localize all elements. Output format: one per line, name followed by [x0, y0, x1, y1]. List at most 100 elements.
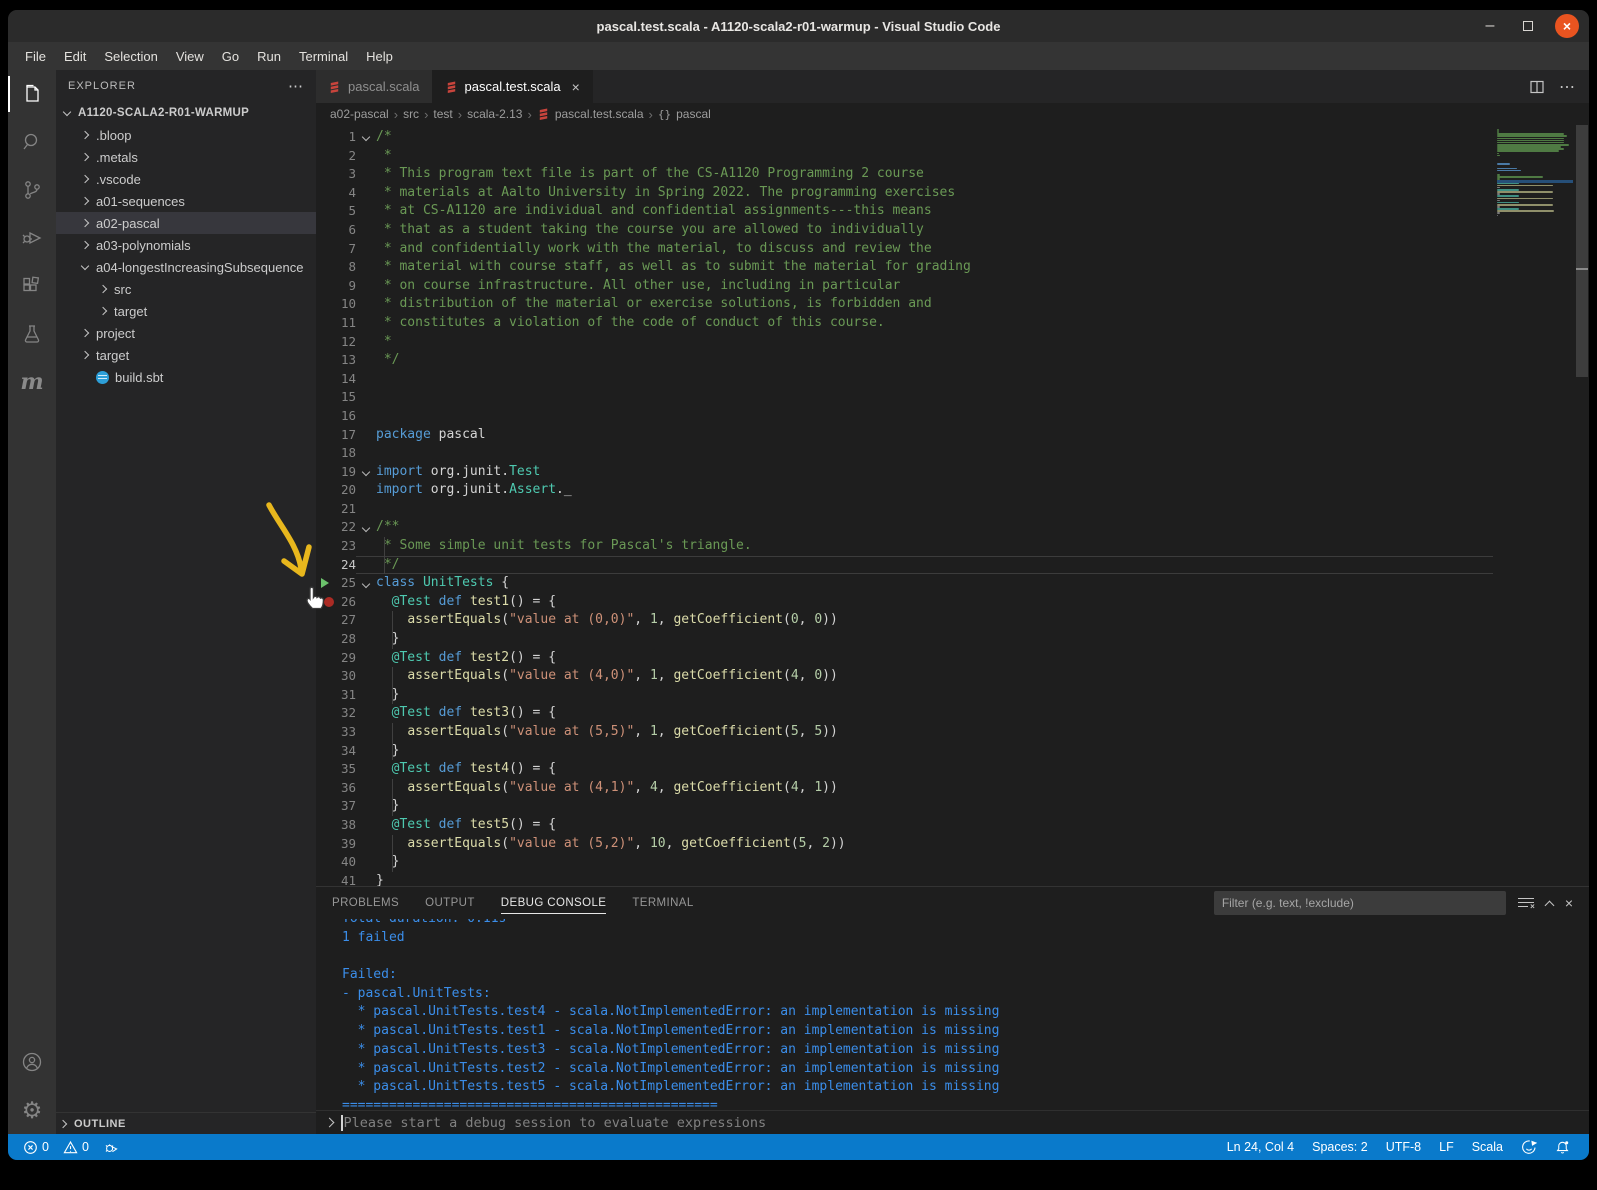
- fold-chevron-icon[interactable]: [362, 468, 370, 476]
- close-tab-icon[interactable]: ×: [572, 79, 580, 95]
- code-line-31[interactable]: 31 }: [316, 686, 1493, 705]
- menu-item-terminal[interactable]: Terminal: [290, 42, 357, 70]
- panel-tab-debug-console[interactable]: DEBUG CONSOLE: [501, 887, 607, 919]
- tree-item-src[interactable]: src: [56, 278, 316, 300]
- breadcrumb-item[interactable]: a02-pascal: [330, 107, 389, 121]
- code-line-3[interactable]: 3 * This program text file is part of th…: [316, 165, 1493, 184]
- breadcrumb-item[interactable]: pascal.test.scala: [555, 107, 644, 121]
- status-utf-8[interactable]: UTF-8: [1377, 1140, 1430, 1154]
- tree-item-a04-longestincreasingsubsequence[interactable]: a04-longestIncreasingSubsequence: [56, 256, 316, 278]
- code-line-38[interactable]: 38 @Test def test5() = {: [316, 816, 1493, 835]
- minimap[interactable]: [1497, 129, 1573, 217]
- code-line-17[interactable]: 17package pascal: [316, 426, 1493, 445]
- code-line-4[interactable]: 4 * materials at Aalto University in Spr…: [316, 184, 1493, 203]
- code-line-24[interactable]: 24 */: [316, 556, 1493, 575]
- code-line-1[interactable]: 1/*: [316, 128, 1493, 147]
- tree-item-target[interactable]: target: [56, 344, 316, 366]
- panel-tab-problems[interactable]: PROBLEMS: [332, 887, 399, 919]
- menu-item-file[interactable]: File: [16, 42, 55, 70]
- breadcrumb-item[interactable]: scala-2.13: [467, 107, 522, 121]
- maximize-panel-icon[interactable]: [1544, 900, 1554, 910]
- code-line-16[interactable]: 16: [316, 407, 1493, 426]
- code-line-27[interactable]: 27 assertEquals("value at (0,0)", 1, get…: [316, 611, 1493, 630]
- code-line-10[interactable]: 10 * distribution of the material or exe…: [316, 295, 1493, 314]
- split-editor-icon[interactable]: [1529, 79, 1545, 95]
- scrollbar-thumb[interactable]: [1576, 125, 1588, 377]
- metals-extension-icon[interactable]: m: [8, 358, 56, 406]
- code-line-5[interactable]: 5 * at CS-A1120 are individual and confi…: [316, 202, 1493, 221]
- menu-item-run[interactable]: Run: [248, 42, 290, 70]
- fold-chevron-icon[interactable]: [362, 524, 370, 532]
- explorer-icon[interactable]: [8, 70, 56, 118]
- code-line-41[interactable]: 41}: [316, 872, 1493, 886]
- status-debug-bug[interactable]: [98, 1140, 124, 1155]
- breakpoint-icon[interactable]: [324, 597, 334, 607]
- status-warning-triangle[interactable]: 0: [58, 1140, 94, 1155]
- tree-root[interactable]: A1120-SCALA2-R01-WARMUP: [56, 102, 316, 124]
- run-test-icon[interactable]: [321, 578, 329, 588]
- code-line-11[interactable]: 11 * constitutes a violation of the code…: [316, 314, 1493, 333]
- tree-item--metals[interactable]: .metals: [56, 146, 316, 168]
- tab-pascal-test-scala[interactable]: pascal.test.scala×: [433, 70, 593, 103]
- panel-tab-output[interactable]: OUTPUT: [425, 887, 475, 919]
- menu-item-edit[interactable]: Edit: [55, 42, 95, 70]
- code-line-28[interactable]: 28 }: [316, 630, 1493, 649]
- code-line-34[interactable]: 34 }: [316, 742, 1493, 761]
- search-icon[interactable]: [8, 118, 56, 166]
- panel-tab-terminal[interactable]: TERMINAL: [632, 887, 693, 919]
- code-line-15[interactable]: 15: [316, 388, 1493, 407]
- code-line-8[interactable]: 8 * material with course staff, as well …: [316, 258, 1493, 277]
- outline-section[interactable]: OUTLINE: [56, 1112, 316, 1134]
- tree-item-a01-sequences[interactable]: a01-sequences: [56, 190, 316, 212]
- code-line-19[interactable]: 19import org.junit.Test: [316, 463, 1493, 482]
- editor-scrollbar[interactable]: [1575, 125, 1589, 886]
- status-spaces-2[interactable]: Spaces: 2: [1303, 1140, 1377, 1154]
- more-actions-icon[interactable]: ⋯: [1559, 77, 1575, 97]
- minimize-button[interactable]: –: [1479, 15, 1501, 37]
- close-panel-icon[interactable]: ×: [1565, 895, 1573, 911]
- code-line-20[interactable]: 20import org.junit.Assert._: [316, 481, 1493, 500]
- tree-item-a03-polynomials[interactable]: a03-polynomials: [56, 234, 316, 256]
- breadcrumb-item[interactable]: pascal: [676, 107, 711, 121]
- code-line-26[interactable]: 26 @Test def test1() = {: [316, 593, 1493, 612]
- code-line-39[interactable]: 39 assertEquals("value at (5,2)", 10, ge…: [316, 835, 1493, 854]
- filter-input[interactable]: [1214, 891, 1506, 915]
- status-ln-24-col-4[interactable]: Ln 24, Col 4: [1218, 1140, 1303, 1154]
- code-line-25[interactable]: 25class UnitTests {: [316, 574, 1493, 593]
- fold-chevron-icon[interactable]: [362, 579, 370, 587]
- code-line-29[interactable]: 29 @Test def test2() = {: [316, 649, 1493, 668]
- debug-console-output[interactable]: Total duration: 0.11s1 failed Failed:- p…: [316, 919, 1589, 1110]
- code-line-14[interactable]: 14: [316, 370, 1493, 389]
- code-line-32[interactable]: 32 @Test def test3() = {: [316, 704, 1493, 723]
- breadcrumb-item[interactable]: src: [403, 107, 419, 121]
- status-lf[interactable]: LF: [1430, 1140, 1463, 1154]
- tree-item-a02-pascal[interactable]: a02-pascal: [56, 212, 316, 234]
- test-flask-icon[interactable]: [8, 310, 56, 358]
- code-line-7[interactable]: 7 * and confidentially work with the mat…: [316, 240, 1493, 259]
- tab-pascal-scala[interactable]: pascal.scala: [316, 70, 433, 103]
- code-line-23[interactable]: 23 * Some simple unit tests for Pascal's…: [316, 537, 1493, 556]
- code-line-37[interactable]: 37 }: [316, 797, 1493, 816]
- settings-gear-icon[interactable]: ⚙: [8, 1086, 56, 1134]
- code-line-30[interactable]: 30 assertEquals("value at (4,0)", 1, get…: [316, 667, 1493, 686]
- code-line-18[interactable]: 18: [316, 444, 1493, 463]
- account-icon[interactable]: [8, 1038, 56, 1086]
- run-debug-icon[interactable]: [8, 214, 56, 262]
- close-button[interactable]: ×: [1555, 14, 1579, 38]
- code-line-36[interactable]: 36 assertEquals("value at (4,1)", 4, get…: [316, 779, 1493, 798]
- tree-item-build-sbt[interactable]: build.sbt: [56, 366, 316, 388]
- code-line-9[interactable]: 9 * on course infrastructure. All other …: [316, 277, 1493, 296]
- menu-item-go[interactable]: Go: [213, 42, 248, 70]
- maximize-button[interactable]: [1517, 15, 1539, 37]
- explorer-more-actions-icon[interactable]: ⋯: [288, 77, 304, 95]
- code-editor[interactable]: 1/*2 *3 * This program text file is part…: [316, 125, 1589, 886]
- status-error-circle[interactable]: 0: [18, 1140, 54, 1155]
- code-line-40[interactable]: 40 }: [316, 853, 1493, 872]
- menu-item-help[interactable]: Help: [357, 42, 402, 70]
- code-line-2[interactable]: 2 *: [316, 147, 1493, 166]
- code-line-21[interactable]: 21: [316, 500, 1493, 519]
- debug-console-prompt[interactable]: Please start a debug session to evaluate…: [316, 1110, 1589, 1134]
- status-bell-dot[interactable]: [1546, 1139, 1579, 1155]
- menu-item-selection[interactable]: Selection: [95, 42, 166, 70]
- status-feedback-smiley[interactable]: [1512, 1139, 1546, 1155]
